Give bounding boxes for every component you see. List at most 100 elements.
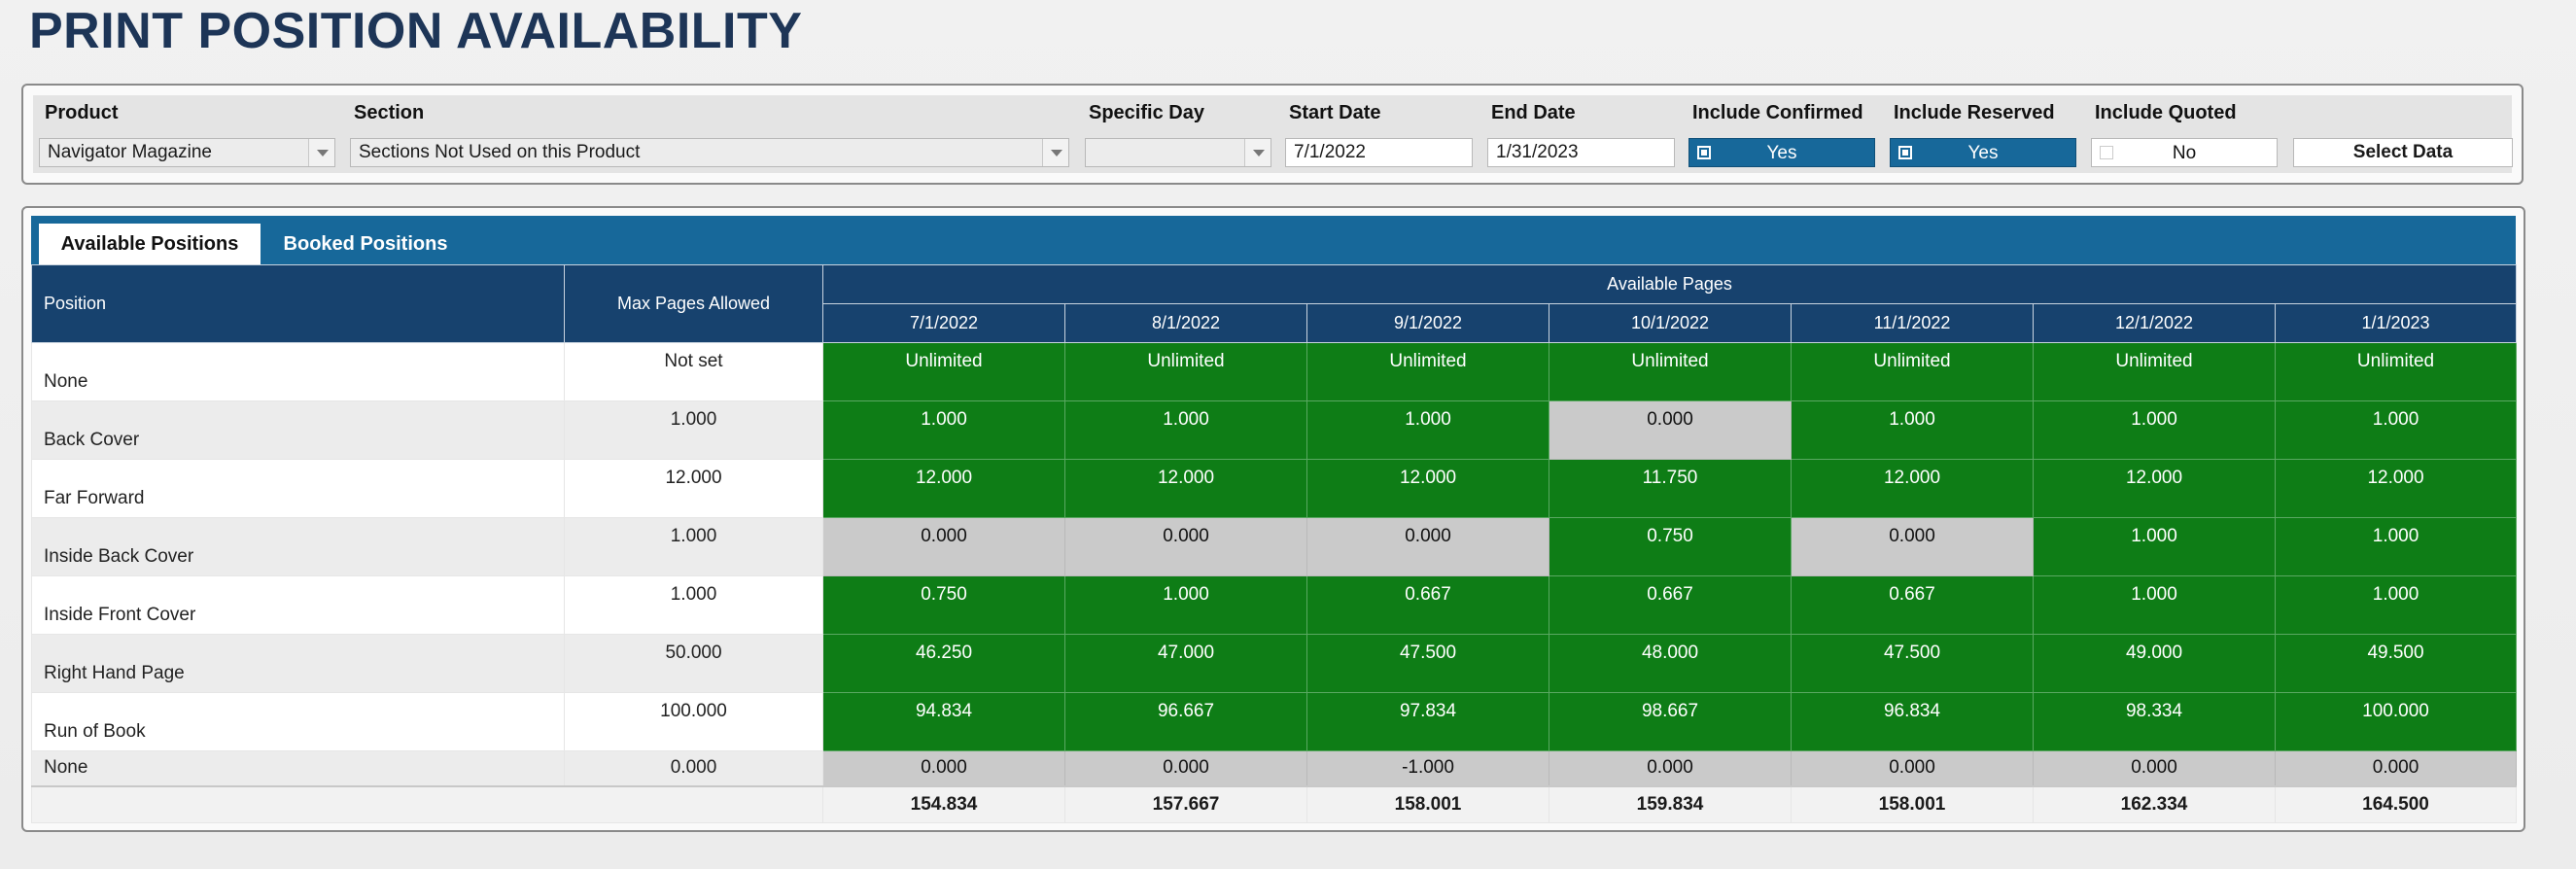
availability-table: Position Max Pages Allowed Available Pag… <box>31 264 2518 823</box>
availability-cell[interactable]: 12.000 <box>1064 459 1307 518</box>
end-date-input[interactable]: 1/31/2023 <box>1487 138 1675 167</box>
checkbox-icon[interactable] <box>1898 146 1912 159</box>
availability-cell[interactable]: 46.250 <box>822 634 1065 693</box>
availability-cell[interactable]: 0.000 <box>1549 750 1792 786</box>
availability-cell[interactable]: 100.000 <box>2274 692 2518 751</box>
column-header-position: Position <box>31 264 565 343</box>
position-cell: Back Cover <box>31 400 565 460</box>
totals-row: 154.834 157.667 158.001 159.834 158.001 162.3… <box>31 784 2518 823</box>
section-label: Section <box>354 102 425 123</box>
total-cell: 154.834 <box>822 784 1065 823</box>
availability-cell[interactable]: 1.000 <box>2033 400 2276 460</box>
availability-cell[interactable]: 1.000 <box>1306 400 1549 460</box>
availability-cell[interactable]: 47.500 <box>1306 634 1549 693</box>
include-reserved-value: Yes <box>1967 143 1999 163</box>
availability-cell[interactable]: 1.000 <box>2274 517 2518 576</box>
availability-cell[interactable]: 1.000 <box>2033 575 2276 635</box>
max-pages-cell: 1.000 <box>564 517 823 576</box>
max-pages-cell: 12.000 <box>564 459 823 518</box>
availability-cell[interactable]: 0.750 <box>1549 517 1792 576</box>
availability-cell[interactable]: 0.667 <box>1549 575 1792 635</box>
start-date-value: 7/1/2022 <box>1294 142 1366 162</box>
availability-cell[interactable]: 12.000 <box>2274 459 2518 518</box>
specific-day-select[interactable] <box>1085 138 1271 167</box>
availability-cell[interactable]: Unlimited <box>1549 342 1792 401</box>
availability-cell[interactable]: Unlimited <box>2274 342 2518 401</box>
checkbox-icon[interactable] <box>2100 146 2113 159</box>
table-row: Far Forward 12.000 12.000 12.000 12.000 11.75… <box>31 459 2518 518</box>
section-value: Sections Not Used on this Product <box>359 142 641 162</box>
checkbox-icon[interactable] <box>1697 146 1711 159</box>
include-confirmed-toggle[interactable]: Yes <box>1688 138 1875 167</box>
column-header-month: 8/1/2022 <box>1064 303 1307 343</box>
availability-cell[interactable]: 0.000 <box>1549 400 1792 460</box>
availability-cell[interactable]: 1.000 <box>822 400 1065 460</box>
chevron-down-icon[interactable] <box>1042 139 1068 166</box>
availability-cell[interactable]: 0.000 <box>2033 750 2276 786</box>
availability-cell[interactable]: 1.000 <box>1064 400 1307 460</box>
tab-available-positions[interactable]: Available Positions <box>39 224 261 264</box>
product-value: Navigator Magazine <box>48 142 212 162</box>
availability-cell[interactable]: 47.000 <box>1064 634 1307 693</box>
availability-cell[interactable]: -1.000 <box>1306 750 1549 786</box>
chevron-down-icon[interactable] <box>308 139 334 166</box>
section-select[interactable]: Sections Not Used on this Product <box>350 138 1069 167</box>
tab-booked-positions[interactable]: Booked Positions <box>268 224 463 264</box>
availability-cell[interactable]: 1.000 <box>2274 575 2518 635</box>
position-cell: Far Forward <box>31 459 565 518</box>
availability-cell[interactable]: 12.000 <box>2033 459 2276 518</box>
availability-cell[interactable]: Unlimited <box>1791 342 2034 401</box>
availability-cell[interactable]: 96.834 <box>1791 692 2034 751</box>
start-date-input[interactable]: 7/1/2022 <box>1285 138 1473 167</box>
availability-cell[interactable]: Unlimited <box>1064 342 1307 401</box>
availability-cell[interactable]: 1.000 <box>1064 575 1307 635</box>
availability-cell[interactable]: 0.000 <box>1064 517 1307 576</box>
tab-bar: Available Positions Booked Positions <box>31 216 2516 264</box>
total-cell: 164.500 <box>2274 784 2518 823</box>
availability-cell[interactable]: 0.667 <box>1306 575 1549 635</box>
availability-cell[interactable]: 0.000 <box>1791 750 2034 786</box>
availability-cell[interactable]: 48.000 <box>1549 634 1792 693</box>
availability-cell[interactable]: 94.834 <box>822 692 1065 751</box>
availability-cell[interactable]: 97.834 <box>1306 692 1549 751</box>
availability-cell[interactable]: 98.334 <box>2033 692 2276 751</box>
position-cell: None <box>31 342 565 401</box>
availability-cell[interactable]: Unlimited <box>2033 342 2276 401</box>
availability-cell[interactable]: 47.500 <box>1791 634 2034 693</box>
availability-cell[interactable]: 49.000 <box>2033 634 2276 693</box>
availability-cell[interactable]: 0.750 <box>822 575 1065 635</box>
max-pages-cell: 1.000 <box>564 575 823 635</box>
availability-cell[interactable]: 0.000 <box>822 750 1065 786</box>
availability-cell[interactable]: 96.667 <box>1064 692 1307 751</box>
availability-cell[interactable]: 49.500 <box>2274 634 2518 693</box>
availability-cell[interactable]: 12.000 <box>822 459 1065 518</box>
availability-cell[interactable]: 11.750 <box>1549 459 1792 518</box>
availability-cell[interactable]: 1.000 <box>2274 400 2518 460</box>
product-select[interactable]: Navigator Magazine <box>39 138 335 167</box>
column-header-month: 1/1/2023 <box>2274 303 2518 343</box>
chevron-down-icon[interactable] <box>1244 139 1271 166</box>
availability-cell[interactable]: 0.000 <box>1306 517 1549 576</box>
page-title: PRINT POSITION AVAILABILITY <box>29 3 803 59</box>
include-quoted-toggle[interactable]: No <box>2091 138 2278 167</box>
availability-cell[interactable]: 12.000 <box>1791 459 2034 518</box>
availability-cell[interactable]: 12.000 <box>1306 459 1549 518</box>
max-pages-cell: 100.000 <box>564 692 823 751</box>
availability-cell[interactable]: 1.000 <box>2033 517 2276 576</box>
availability-cell[interactable]: 0.000 <box>822 517 1065 576</box>
availability-cell[interactable]: Unlimited <box>1306 342 1549 401</box>
totals-spacer <box>31 784 823 823</box>
include-reserved-toggle[interactable]: Yes <box>1890 138 2076 167</box>
availability-cell[interactable]: Unlimited <box>822 342 1065 401</box>
availability-cell[interactable]: 98.667 <box>1549 692 1792 751</box>
select-data-button[interactable]: Select Data <box>2293 138 2513 167</box>
table-row: Back Cover 1.000 1.000 1.000 1.000 0.000 1.000… <box>31 400 2518 460</box>
availability-cell[interactable]: 0.667 <box>1791 575 2034 635</box>
table-row: Inside Back Cover 1.000 0.000 0.000 0.000 0.7… <box>31 517 2518 576</box>
availability-cell[interactable]: 0.000 <box>1064 750 1307 786</box>
availability-cell[interactable]: 0.000 <box>2274 750 2518 786</box>
filter-panel: Product Navigator Magazine Section Secti… <box>21 84 2524 185</box>
availability-cell[interactable]: 0.000 <box>1791 517 2034 576</box>
availability-cell[interactable]: 1.000 <box>1791 400 2034 460</box>
main-panel: Available Positions Booked Positions Pos… <box>21 206 2525 832</box>
